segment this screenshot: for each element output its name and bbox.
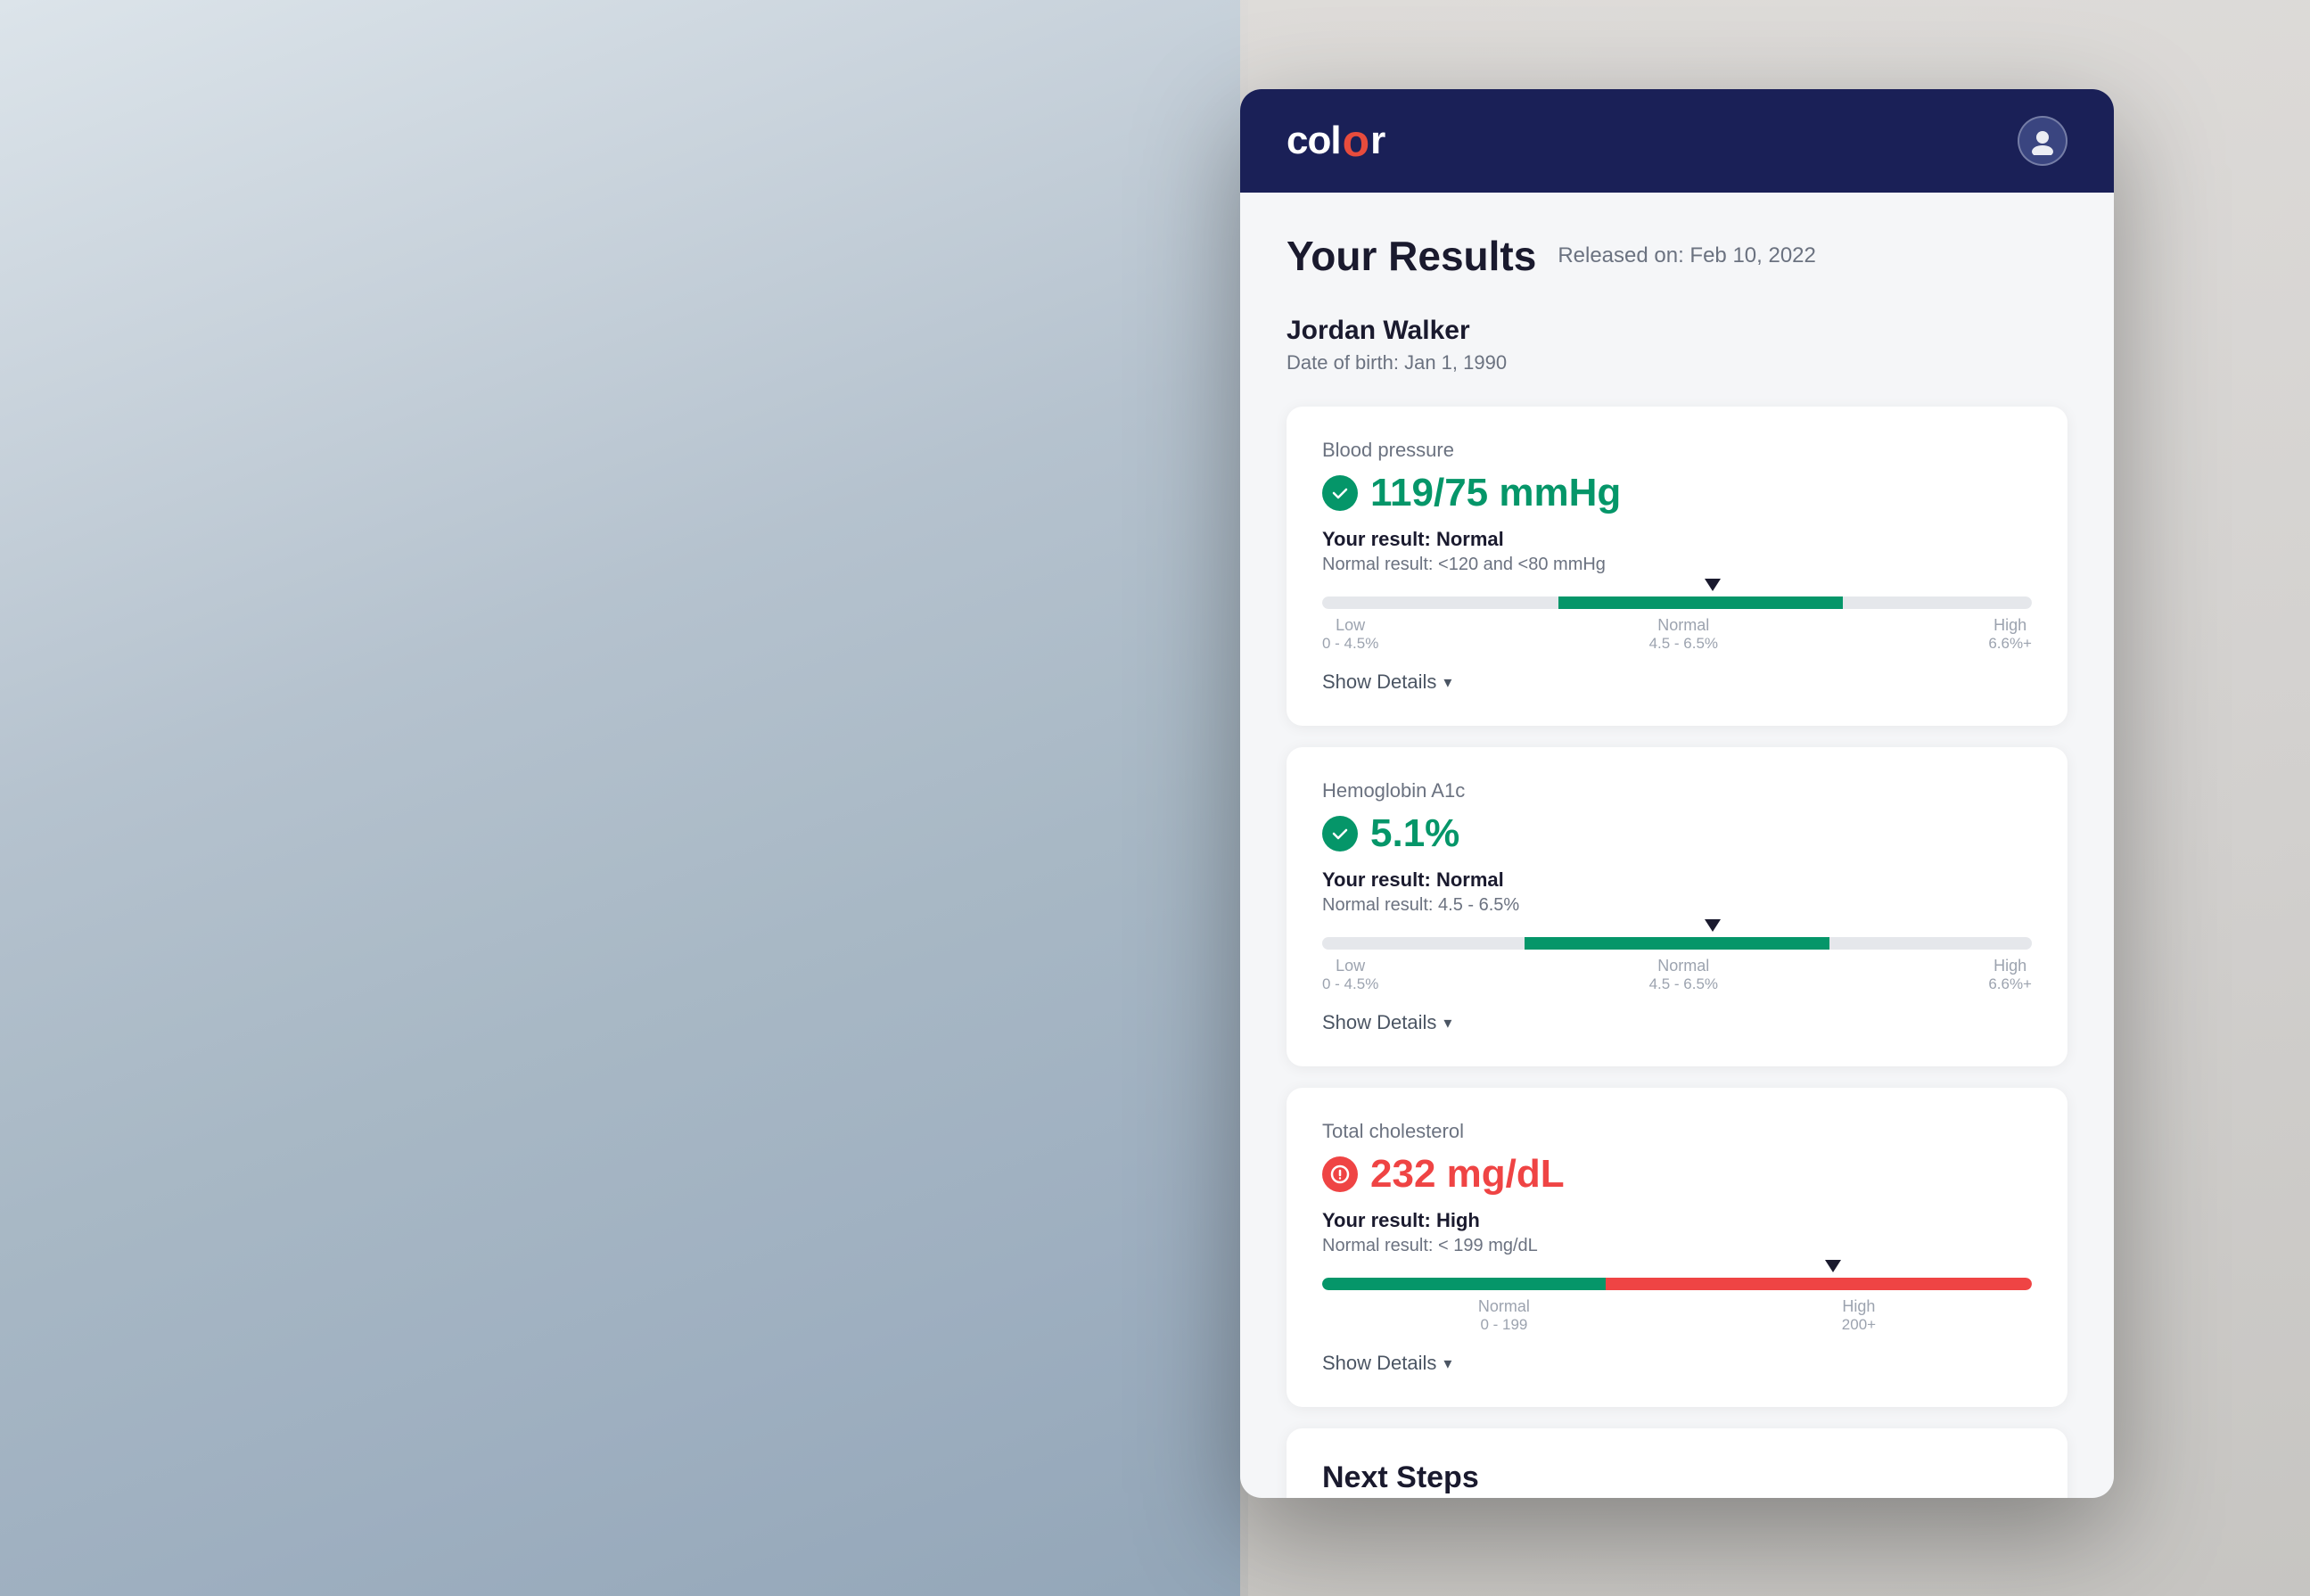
bp-marker [1705, 579, 1721, 591]
chol-high-label: High 200+ [1842, 1297, 1876, 1334]
hba1c-label: Hemoglobin A1c [1322, 779, 2032, 802]
page-title: Your Results [1287, 232, 1536, 280]
logo-o: o [1343, 121, 1369, 161]
chevron-down-icon: ▾ [1443, 673, 1451, 692]
hba1c-seg-high [1829, 937, 2032, 950]
hba1c-normal-range: Normal result: 4.5 - 6.5% [1322, 895, 2032, 916]
hba1c-range-bar: Low 0 - 4.5% Normal 4.5 - 6.5% High 6.6%… [1322, 937, 2032, 993]
bp-range-bar: Low 0 - 4.5% Normal 4.5 - 6.5% High 6.6%… [1322, 596, 2032, 653]
next-steps-title: Next Steps [1322, 1460, 2032, 1495]
chol-range-labels: Normal 0 - 199 High 200+ [1322, 1297, 2032, 1334]
cholesterol-card: Total cholesterol 232 mg/dL Your result:… [1287, 1088, 2067, 1407]
logo-text-col: col [1287, 119, 1341, 163]
bp-normal-label: Normal 4.5 - 6.5% [1649, 616, 1719, 653]
panel-header: col o r [1240, 89, 2114, 193]
chol-range-bar: Normal 0 - 199 High 200+ [1322, 1278, 2032, 1334]
bp-show-details-button[interactable]: Show Details ▾ [1322, 670, 1451, 694]
chevron-down-icon: ▾ [1443, 1014, 1451, 1032]
bp-normal-range: Normal result: <120 and <80 mmHg [1322, 555, 2032, 575]
checkmark-icon [1330, 483, 1350, 503]
page-title-row: Your Results Released on: Feb 10, 2022 [1287, 232, 2067, 280]
user-avatar[interactable] [2018, 116, 2067, 166]
hba1c-status-icon [1322, 816, 1358, 851]
patient-name: Jordan Walker [1287, 316, 2067, 346]
hba1c-value: 5.1% [1370, 811, 1459, 856]
bp-value-row: 119/75 mmHg [1322, 471, 2032, 515]
hba1c-low-label: Low 0 - 4.5% [1322, 957, 1378, 993]
chol-bar-track [1322, 1278, 2032, 1290]
hba1c-seg-low [1322, 937, 1525, 950]
patient-info: Jordan Walker Date of birth: Jan 1, 1990 [1287, 316, 2067, 374]
results-panel: col o r Your Results Released on: Feb 10… [1240, 89, 2114, 1498]
logo-text-r: r [1370, 119, 1385, 163]
hba1c-normal-label: Normal 4.5 - 6.5% [1649, 957, 1719, 993]
bp-bar-track [1322, 596, 2032, 609]
bp-label: Blood pressure [1322, 439, 2032, 462]
bp-result-text: Your result: Normal [1322, 528, 2032, 551]
panel-content: Your Results Released on: Feb 10, 2022 J… [1240, 193, 2114, 1498]
chol-normal-range: Normal result: < 199 mg/dL [1322, 1236, 2032, 1256]
app-logo: col o r [1287, 119, 1385, 163]
avatar-icon [2028, 127, 2057, 155]
chol-marker [1825, 1260, 1841, 1272]
bp-status-icon [1322, 475, 1358, 511]
checkmark-icon [1330, 824, 1350, 843]
hba1c-range-labels: Low 0 - 4.5% Normal 4.5 - 6.5% High 6.6%… [1322, 957, 2032, 993]
bp-seg-normal [1558, 596, 1842, 609]
bp-seg-high [1843, 596, 2032, 609]
hba1c-marker [1705, 919, 1721, 932]
chol-value-row: 232 mg/dL [1322, 1152, 2032, 1197]
alert-icon [1330, 1164, 1350, 1184]
chol-status-icon [1322, 1156, 1358, 1192]
blood-pressure-card: Blood pressure 119/75 mmHg Your result: … [1287, 407, 2067, 726]
chol-show-details-button[interactable]: Show Details ▾ [1322, 1352, 1451, 1375]
hba1c-show-details-button[interactable]: Show Details ▾ [1322, 1011, 1451, 1034]
chol-normal-label: Normal 0 - 199 [1478, 1297, 1530, 1334]
bp-low-label: Low 0 - 4.5% [1322, 616, 1378, 653]
chol-value: 232 mg/dL [1370, 1152, 1565, 1197]
chol-seg-high [1606, 1278, 2032, 1290]
next-steps-card: Next Steps Consult a Healthcare Provider [1287, 1428, 2067, 1498]
hba1c-seg-normal [1525, 937, 1829, 950]
chol-label: Total cholesterol [1322, 1120, 2032, 1143]
bp-value: 119/75 mmHg [1370, 471, 1621, 515]
chol-seg-normal [1322, 1278, 1606, 1290]
chol-result-text: Your result: High [1322, 1209, 2032, 1232]
hba1c-high-label: High 6.6%+ [1988, 957, 2032, 993]
hba1c-value-row: 5.1% [1322, 811, 2032, 856]
person-photo [0, 0, 1248, 1596]
bp-seg-low [1322, 596, 1558, 609]
bp-range-labels: Low 0 - 4.5% Normal 4.5 - 6.5% High 6.6%… [1322, 616, 2032, 653]
hba1c-bar-track [1322, 937, 2032, 950]
hba1c-result-text: Your result: Normal [1322, 868, 2032, 892]
bp-high-label: High 6.6%+ [1988, 616, 2032, 653]
release-date: Released on: Feb 10, 2022 [1558, 243, 1816, 268]
hba1c-card: Hemoglobin A1c 5.1% Your result: Normal … [1287, 747, 2067, 1066]
patient-dob: Date of birth: Jan 1, 1990 [1287, 351, 2067, 374]
chevron-down-icon: ▾ [1443, 1354, 1451, 1373]
